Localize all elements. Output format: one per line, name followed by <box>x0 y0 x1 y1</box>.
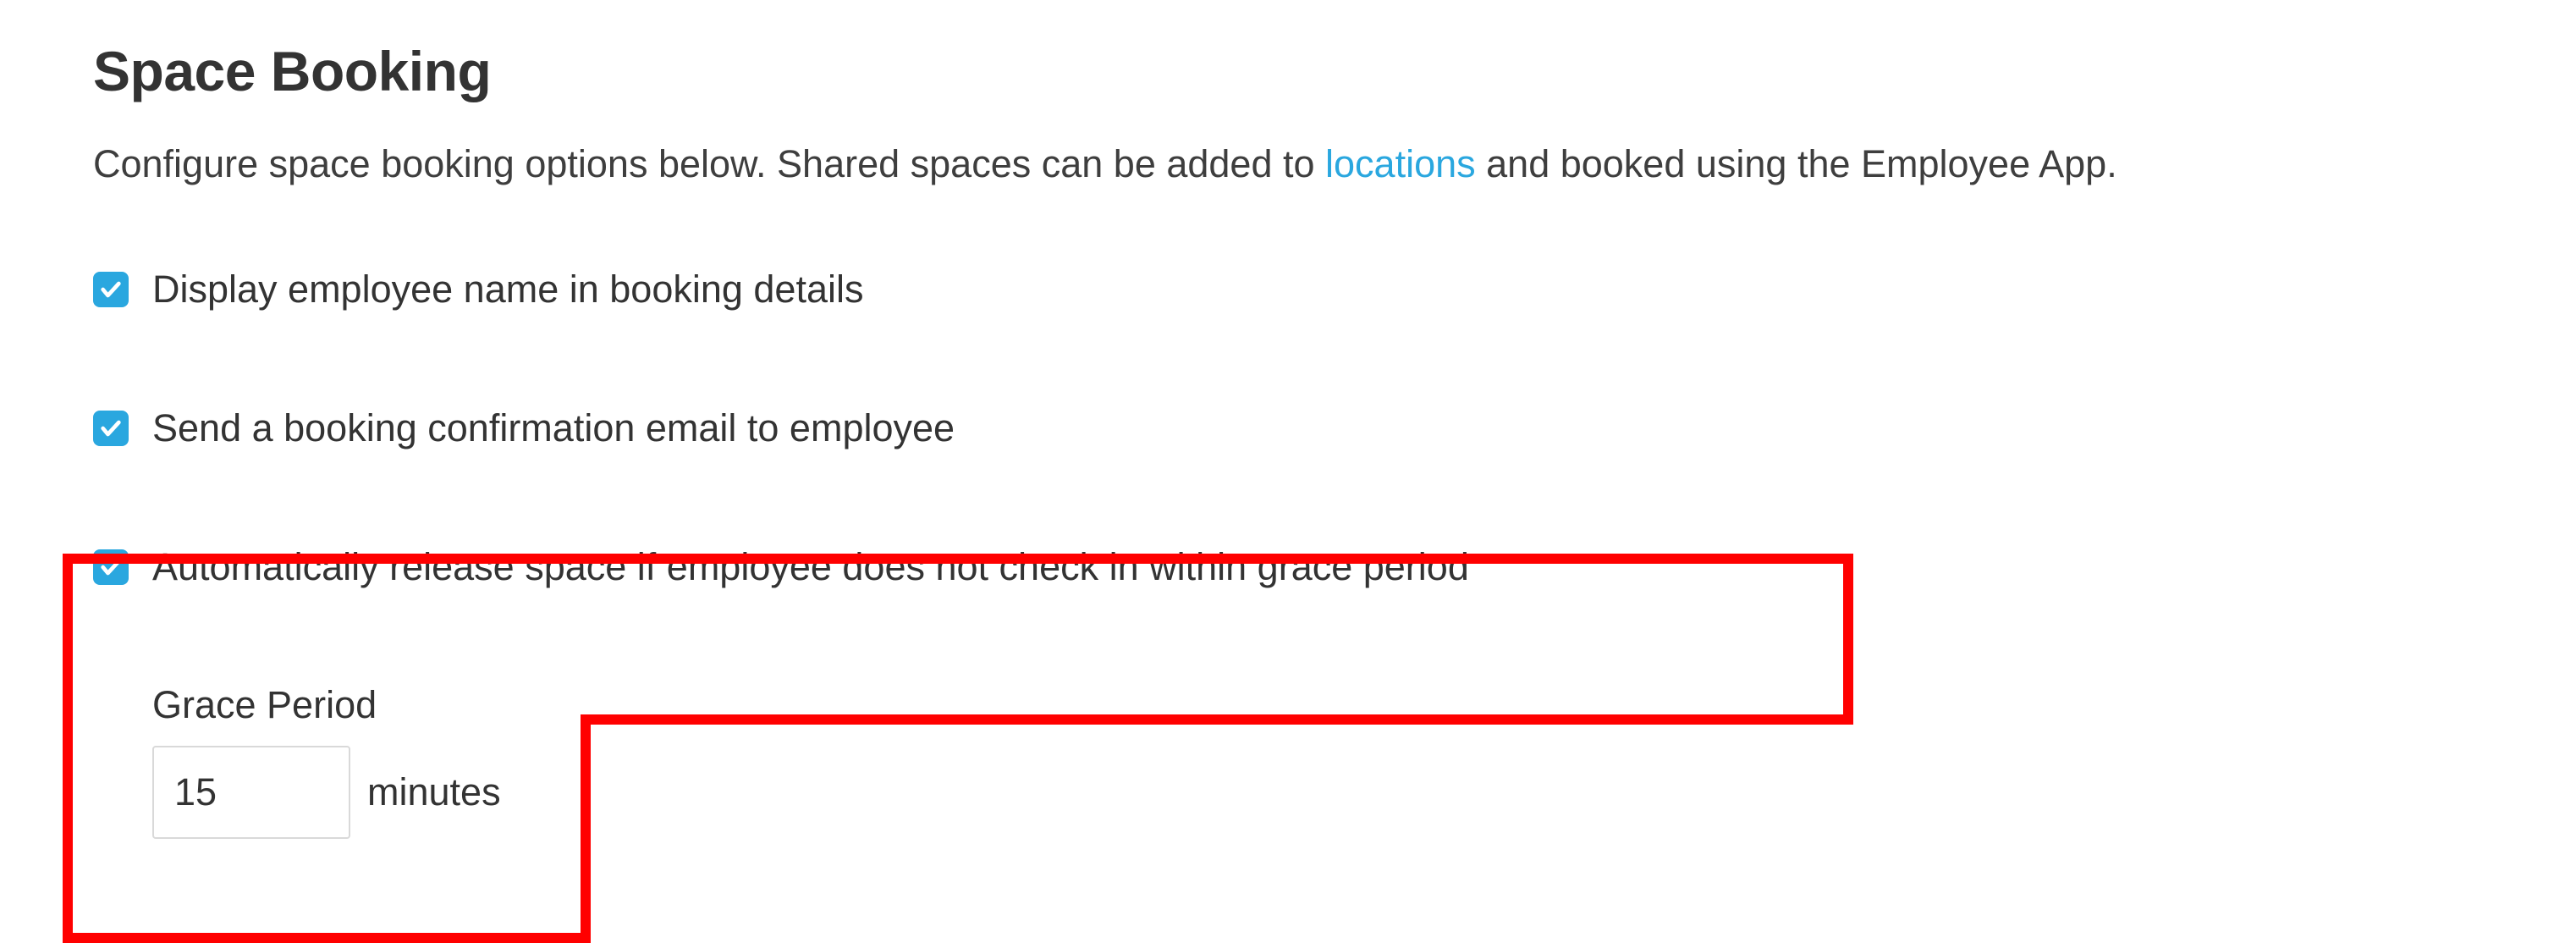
grace-period-label: Grace Period <box>152 683 2576 727</box>
description-pre: Configure space booking options below. S… <box>93 142 1325 185</box>
description-post: and booked using the Employee App. <box>1476 142 2117 185</box>
option-label: Send a booking confirmation email to emp… <box>152 405 955 451</box>
check-icon <box>99 278 123 301</box>
option-auto-release-container: Automatically release space if employee … <box>93 544 2576 839</box>
checkbox-send-confirmation-email[interactable] <box>93 411 129 446</box>
option-display-employee-name: Display employee name in booking details <box>93 267 2576 312</box>
grace-period-block: Grace Period minutes <box>152 683 2576 839</box>
grace-period-input[interactable] <box>152 746 350 839</box>
option-label: Display employee name in booking details <box>152 267 863 312</box>
check-icon <box>99 416 123 440</box>
check-icon <box>99 555 123 579</box>
options-list: Display employee name in booking details… <box>93 267 2576 839</box>
locations-link[interactable]: locations <box>1325 142 1476 185</box>
page-title: Space Booking <box>93 39 2576 103</box>
page-description: Configure space booking options below. S… <box>93 137 2576 190</box>
checkbox-display-employee-name[interactable] <box>93 272 129 307</box>
option-auto-release: Automatically release space if employee … <box>93 544 2576 590</box>
checkbox-auto-release[interactable] <box>93 549 129 585</box>
grace-period-unit: minutes <box>367 770 501 814</box>
grace-period-input-row: minutes <box>152 746 2576 839</box>
option-label: Automatically release space if employee … <box>152 544 1469 590</box>
option-send-confirmation-email: Send a booking confirmation email to emp… <box>93 405 2576 451</box>
